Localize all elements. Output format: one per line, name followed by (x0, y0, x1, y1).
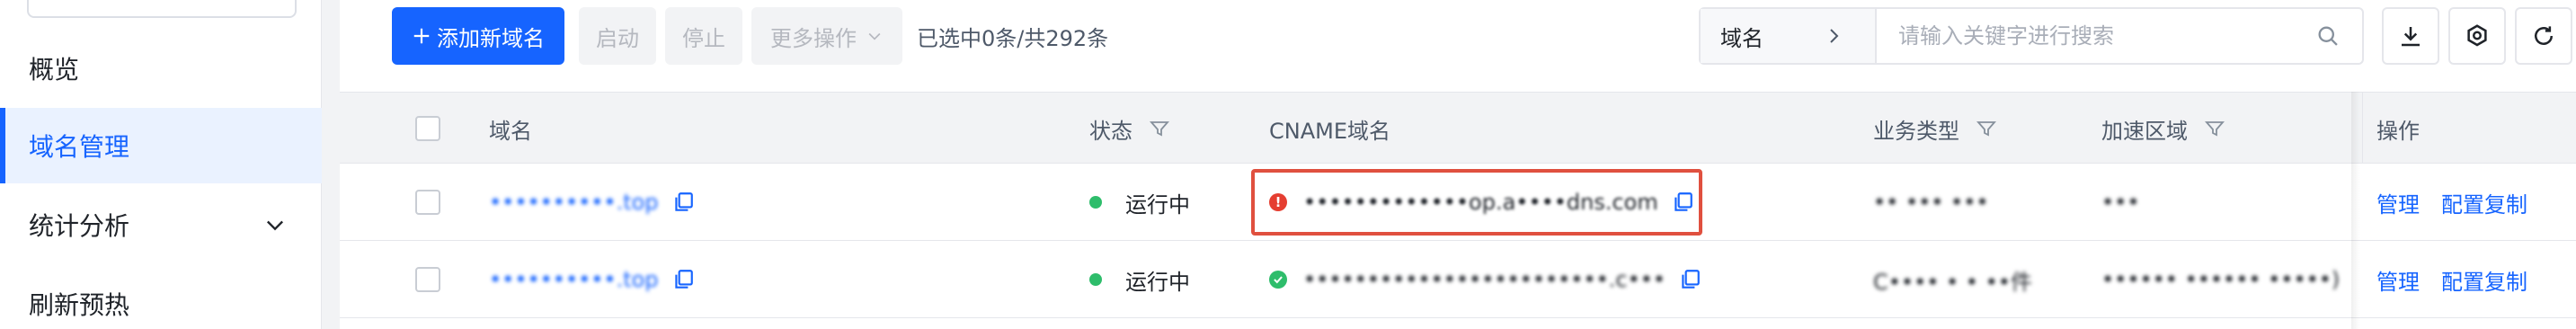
search-input[interactable] (1879, 9, 2310, 63)
download-button[interactable] (2382, 7, 2439, 65)
domain-link[interactable]: ••••••••••.top (489, 267, 659, 292)
column-divider (2362, 93, 2363, 164)
select-all-checkbox[interactable] (415, 116, 440, 141)
settings-button[interactable] (2448, 7, 2506, 65)
sidebar-item-label: 刷新预热 (29, 290, 130, 320)
sidebar-item-label: 概览 (29, 55, 80, 84)
domain-cell: ••••••••••.top (489, 164, 695, 241)
stop-button[interactable]: 停止 (665, 7, 742, 65)
status-text: 运行中 (1125, 191, 1190, 218)
region-cell: •••••• •••••• •••••) (2101, 267, 2341, 292)
chevron-right-icon (1830, 29, 1839, 43)
table-row: ••••••••••.top 运行中 ! •••••••••••••op.a••… (340, 164, 2576, 241)
error-icon: ! (1269, 193, 1287, 211)
gear-icon (2467, 24, 2487, 47)
start-label: 启动 (596, 25, 639, 51)
header-status: 状态 (1089, 93, 1170, 164)
table-header: 域名 状态 CNAME域名 业务类型 加速区域 操作 (340, 92, 2576, 164)
status-text: 运行中 (1125, 269, 1190, 295)
header-actions-label: 操作 (2376, 118, 2420, 144)
copy-config-link[interactable]: 配置复制 (2441, 264, 2527, 296)
header-domain-label: 域名 (489, 118, 532, 144)
header-domain: 域名 (489, 93, 532, 164)
header-status-label: 状态 (1089, 118, 1133, 144)
manage-link[interactable]: 管理 (2376, 187, 2420, 218)
domain-cell: ••••••••••.top (489, 241, 695, 318)
header-business: 业务类型 (1873, 93, 1997, 164)
region-cell: ••• (2101, 190, 2140, 215)
sidebar-item-statistics[interactable]: 统计分析 (0, 187, 322, 262)
cname-cell: ! •••••••••••••op.a••••dns.com (1269, 164, 1694, 241)
sidebar-item-label: 域名管理 (29, 132, 130, 162)
sidebar-item-refresh-preload[interactable]: 刷新预热 (0, 266, 322, 329)
main-content: 添加新域名 启动 停止 更多操作 已选中0条/共292条 域名 请输入关键字进行… (340, 0, 2576, 329)
search-icon[interactable] (2315, 23, 2341, 49)
copy-icon[interactable] (671, 191, 695, 214)
cname-cell: ••••••••••••••••••••••••.c••• (1269, 241, 1701, 318)
header-actions: 操作 (2376, 93, 2420, 164)
refresh-icon (2535, 26, 2553, 45)
status-cell: 运行中 (1089, 241, 1190, 318)
refresh-button[interactable] (2515, 7, 2572, 65)
more-actions-dropdown[interactable]: 更多操作 (751, 7, 902, 65)
chevron-down-icon (868, 32, 881, 40)
sidebar-item-label: 统计分析 (29, 211, 130, 241)
more-actions-label: 更多操作 (770, 25, 857, 51)
manage-link[interactable]: 管理 (2376, 264, 2420, 296)
sidebar-item-overview[interactable]: 概览 (0, 31, 322, 106)
filter-icon[interactable] (1976, 118, 1997, 139)
filter-icon[interactable] (2204, 118, 2225, 139)
cname-text: •••••••••••••op.a••••dns.com (1303, 190, 1658, 215)
copy-icon[interactable] (1678, 268, 1701, 291)
search-field-label: 域名 (1720, 25, 1763, 51)
actions-cell: 管理 配置复制 (2376, 241, 2527, 318)
stop-label: 停止 (682, 25, 725, 51)
sidebar-search-input[interactable] (27, 0, 297, 18)
search-field-select[interactable]: 域名 (1701, 9, 1877, 63)
header-business-label: 业务类型 (1873, 118, 1959, 144)
sidebar-item-domain-management[interactable]: 域名管理 (0, 108, 322, 183)
copy-icon[interactable] (671, 268, 695, 291)
status-dot (1089, 196, 1102, 209)
business-cell: C•••• • • ••件 (1873, 269, 2032, 295)
selection-count: 已选中0条/共292条 (917, 25, 1109, 51)
domain-link[interactable]: ••••••••••.top (489, 190, 659, 215)
actions-cell: 管理 配置复制 (2376, 164, 2527, 241)
status-dot (1089, 273, 1102, 286)
copy-icon[interactable] (1671, 191, 1694, 214)
sidebar: 概览 域名管理 统计分析 刷新预热 (0, 0, 322, 329)
plus-icon (413, 28, 430, 44)
filter-icon[interactable] (1149, 118, 1170, 139)
add-domain-label: 添加新域名 (437, 25, 545, 51)
start-button[interactable]: 启动 (579, 7, 656, 65)
app-root: 概览 域名管理 统计分析 刷新预热 添加新域名 启动 停止 更多操作 已选中0条… (0, 0, 2576, 329)
business-cell: •• ••• ••• (1873, 190, 1989, 215)
table-row: ••••••••••.top 运行中 •••••••••••••••••••••… (340, 241, 2576, 318)
chevron-down-icon (267, 220, 283, 231)
cname-text: ••••••••••••••••••••••••.c••• (1303, 267, 1666, 292)
row-checkbox[interactable] (415, 267, 440, 292)
download-icon (2402, 27, 2420, 47)
status-cell: 运行中 (1089, 164, 1190, 241)
header-region: 加速区域 (2101, 93, 2225, 164)
row-checkbox[interactable] (415, 190, 440, 215)
copy-config-link[interactable]: 配置复制 (2441, 187, 2527, 218)
check-circle-icon (1269, 271, 1287, 289)
header-cname: CNAME域名 (1269, 93, 1390, 164)
header-region-label: 加速区域 (2101, 118, 2188, 144)
add-domain-button[interactable]: 添加新域名 (392, 7, 564, 65)
search-box: 域名 (1699, 7, 2364, 65)
header-cname-label: CNAME域名 (1269, 118, 1390, 144)
fixed-column-shadow (2351, 92, 2360, 329)
